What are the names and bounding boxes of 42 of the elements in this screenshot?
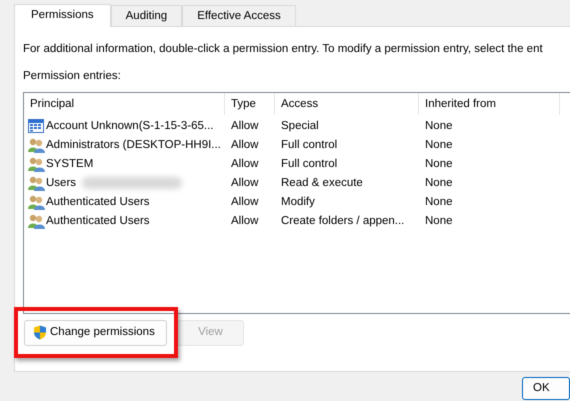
section-label: Permission entries: [23,69,122,84]
table-cell-text: Create folders / appen... [280,214,406,228]
column-header[interactable]: Principal [24,92,225,114]
principal-name: Authenticated Users [46,194,150,210]
user-group-icon [28,176,45,190]
ok-button[interactable]: OK [522,377,570,400]
column-header[interactable]: Access [275,92,419,114]
table-cell-text: Allow [230,156,260,172]
instruction-text: For additional information, double-click a permission entry. To modify a permission entry, select the ent [23,42,544,57]
principal-name: Account Unknown(S-1-15-3-65... [46,118,214,134]
table-cell-text: None [424,138,454,152]
table-cell-text: Full control [280,156,338,172]
user-group-icon [28,138,45,152]
table-cell-text: None [424,118,454,134]
user-group-icon [28,194,45,210]
table-cell-text: Special [280,118,320,134]
tab[interactable]: Permissions [14,4,111,27]
table-cell-text: Allow [230,118,260,134]
table-cell-text: None [424,176,454,190]
shield-icon [33,325,47,340]
column-header[interactable]: Type [225,92,275,114]
change-permissions-button[interactable]: Change permissions [24,320,167,346]
table-cell-text: Modify [280,194,316,210]
principal-name: Users [46,176,76,190]
table-cell-text: Allow [230,176,260,190]
account-grid-icon [28,119,44,133]
table-cell-text: Allow [230,138,260,152]
principal-name: Authenticated Users [46,214,150,228]
table-cell-text: Allow [230,194,260,210]
table-cell-text: Read & execute [280,176,364,190]
table-cell-text: Full control [280,138,338,152]
column-header[interactable]: Inherited from [419,92,560,114]
user-group-icon [28,214,45,228]
table-cell-text: None [424,194,454,210]
table-cell-text: None [424,156,454,172]
principal-name: SYSTEM [46,156,94,172]
table-cell-text: Allow [230,214,260,228]
tab[interactable]: Effective Access [182,5,296,26]
principal-name: Administrators (DESKTOP-HH9I... [46,138,221,152]
table-cell-text: None [424,214,454,228]
tab[interactable]: Auditing [110,5,182,26]
user-group-icon [28,156,45,172]
